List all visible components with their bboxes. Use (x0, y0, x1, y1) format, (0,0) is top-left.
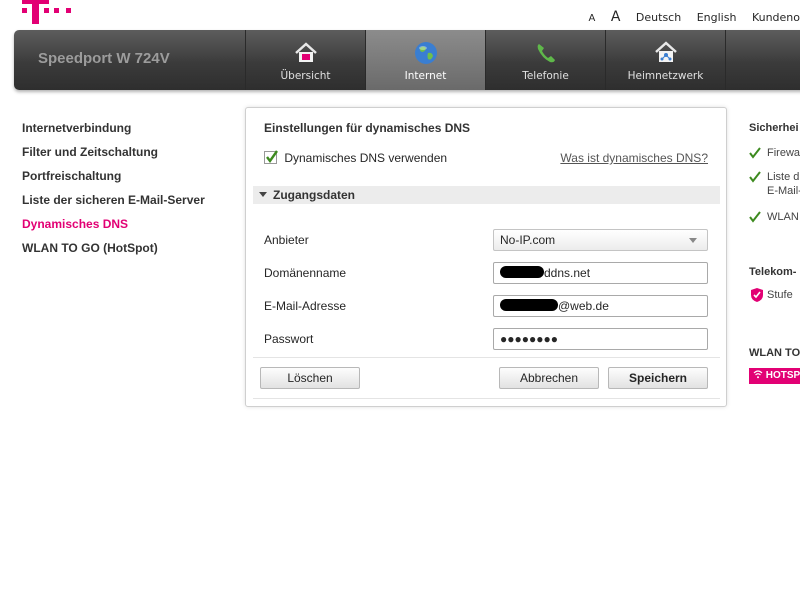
nav-item-portfreischaltung[interactable]: Portfreischaltung (22, 168, 242, 192)
kundencenter-link[interactable]: Kundeno (752, 11, 800, 24)
top-links: A A Deutsch English Kundeno (577, 9, 800, 25)
domain-input[interactable]: ddns.net (493, 262, 708, 284)
domain-label: Domänenname (264, 266, 347, 280)
product-name: Speedport W 724V (38, 50, 170, 67)
nav-item-wlan-to-go[interactable]: WLAN TO GO (HotSpot) (22, 240, 242, 264)
tab-label: Übersicht (280, 70, 331, 82)
security-item-label: Firewa (767, 147, 800, 159)
tab-telefonie[interactable]: Telefonie (485, 30, 605, 90)
panel-title: Einstellungen für dynamisches DNS (264, 121, 471, 135)
hotspot-label: HOTSPO (765, 370, 800, 381)
nav-item-internetverbindung[interactable]: Internetverbindung (22, 120, 242, 144)
font-size-large-link[interactable]: A (611, 9, 621, 25)
checkmark-icon (749, 211, 761, 223)
chevron-down-icon (689, 238, 697, 243)
password-label: Passwort (264, 332, 314, 346)
email-value: @web.de (558, 299, 609, 313)
provider-label: Anbieter (264, 233, 309, 247)
shield-icon (751, 288, 763, 302)
delete-button[interactable]: Löschen (260, 367, 360, 389)
telekom-t-logo-icon[interactable] (22, 0, 78, 28)
house-icon (294, 42, 317, 62)
tab-uebersicht[interactable]: Übersicht (245, 30, 365, 90)
phone-icon (537, 44, 555, 63)
divider (253, 398, 720, 399)
language-english-link[interactable]: English (697, 11, 737, 24)
domain-value: ddns.net (544, 266, 591, 280)
left-navigation: Internetverbindung Filter und Zeitschalt… (22, 120, 242, 264)
nav-item-sichere-email-server[interactable]: Liste der sicheren E-Mail-Server (22, 192, 242, 216)
dyndns-help-link[interactable]: Was ist dynamisches DNS? (560, 151, 708, 165)
save-button[interactable]: Speichern (608, 367, 708, 389)
tab-heimnetzwerk[interactable]: Heimnetzwerk (605, 30, 725, 90)
security-item-label-line2: E-Mail- (767, 185, 800, 197)
password-value: ●●●●●●●● (500, 332, 558, 346)
font-size-small-link[interactable]: A (589, 13, 596, 24)
provider-select[interactable]: No-IP.com (493, 229, 708, 251)
tab-label: Heimnetzwerk (627, 70, 704, 82)
nav-item-dynamisches-dns[interactable]: Dynamisches DNS (22, 216, 242, 240)
security-item-label: WLAN (767, 211, 799, 223)
tab-label: Internet (404, 70, 447, 82)
section-title: Zugangsdaten (273, 188, 356, 202)
collapse-triangle-icon (259, 192, 267, 197)
wlan-to-go-heading: WLAN TO (749, 347, 800, 359)
tab-internet[interactable]: Internet (365, 30, 485, 90)
wifi-icon (753, 370, 763, 379)
nav-item-filter-zeitschaltung[interactable]: Filter und Zeitschaltung (22, 144, 242, 168)
email-label: E-Mail-Adresse (264, 299, 347, 313)
redacted-mark (500, 299, 558, 311)
checkmark-icon (266, 150, 278, 164)
checkmark-icon (749, 147, 761, 159)
hotspot-badge[interactable]: HOTSPO (749, 368, 800, 384)
use-dyndns-row: Dynamisches DNS verwenden (264, 150, 447, 165)
use-dyndns-label[interactable]: Dynamisches DNS verwenden (284, 151, 447, 165)
use-dyndns-checkbox[interactable] (264, 150, 278, 164)
cancel-button[interactable]: Abbrechen (499, 367, 599, 389)
globe-icon (414, 42, 437, 64)
email-input[interactable]: @web.de (493, 295, 708, 317)
tab-label: Telefonie (522, 70, 569, 82)
checkmark-icon (749, 171, 761, 183)
language-deutsch-link[interactable]: Deutsch (636, 11, 681, 24)
divider (253, 357, 720, 358)
telekom-heading: Telekom- (749, 266, 797, 278)
tab-more[interactable] (725, 30, 800, 90)
security-heading: Sicherhei (749, 122, 799, 134)
telekom-item-label: Stufe (767, 289, 793, 301)
zugangsdaten-section-toggle[interactable]: Zugangsdaten (253, 186, 720, 204)
main-header: Speedport W 724V Übersicht Internet Tele (14, 30, 800, 90)
redacted-mark (500, 266, 544, 278)
dyndns-settings-panel: Einstellungen für dynamisches DNS Dynami… (245, 107, 727, 407)
security-item-label: Liste d (767, 171, 800, 183)
home-network-icon (654, 41, 677, 62)
provider-selected-value: No-IP.com (500, 233, 556, 247)
speedport-config-page: A A Deutsch English Kundeno Speedport W … (0, 0, 800, 600)
password-input[interactable]: ●●●●●●●● (493, 328, 708, 350)
